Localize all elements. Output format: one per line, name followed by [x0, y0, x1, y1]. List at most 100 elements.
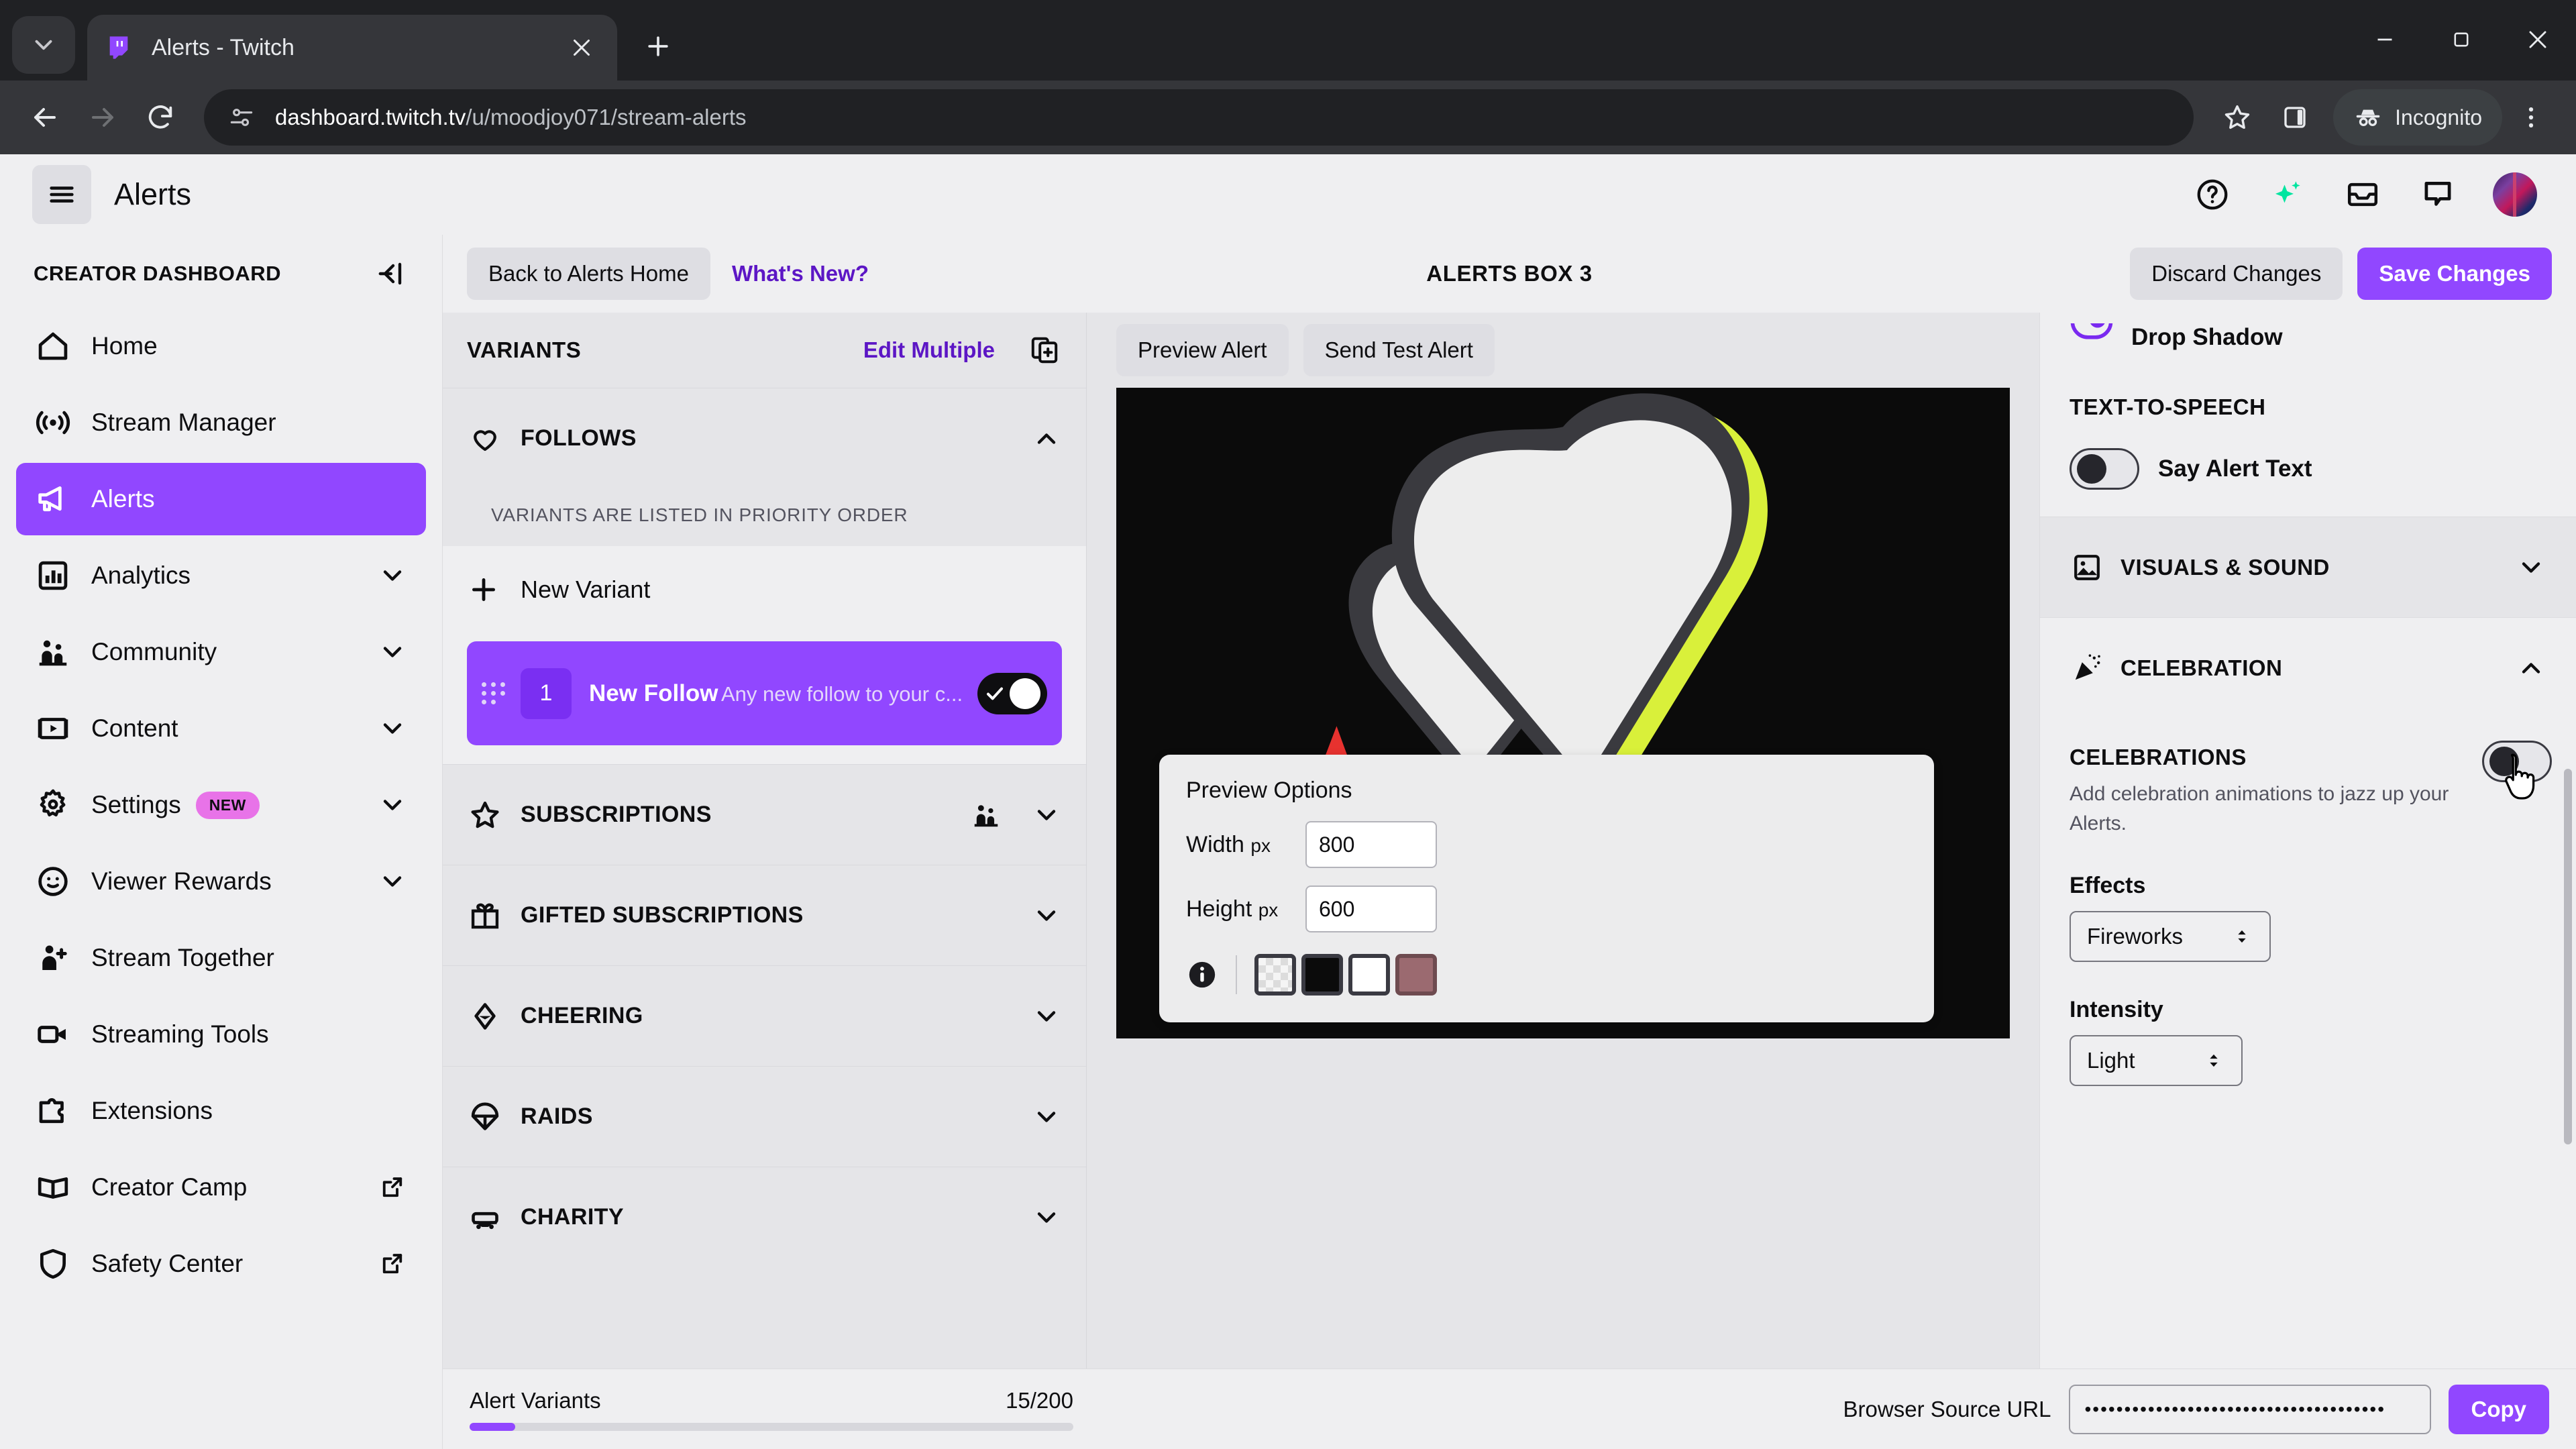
- site-settings-icon[interactable]: [227, 103, 256, 132]
- duplicate-icon[interactable]: [1027, 333, 1062, 368]
- chevron-down-icon[interactable]: [376, 559, 409, 592]
- sidebar-header: CREATOR DASHBOARD: [0, 241, 442, 306]
- right-panel-scrollbar[interactable]: [2564, 769, 2572, 1144]
- tab-search-button[interactable]: [12, 16, 75, 74]
- forward-button[interactable]: [74, 89, 131, 146]
- forward-arrow-icon: [92, 108, 113, 127]
- side-panel-button[interactable]: [2266, 89, 2324, 146]
- mauve-swatch[interactable]: [1395, 954, 1437, 996]
- sidebar-item-content[interactable]: Content: [16, 692, 426, 765]
- black-swatch[interactable]: [1301, 954, 1343, 996]
- intensity-value: Light: [2087, 1048, 2135, 1073]
- variant-group-label: RAIDS: [521, 1104, 593, 1129]
- section-visuals-and-sound[interactable]: VISUALS & SOUND: [2040, 517, 2576, 617]
- progress-track: [470, 1422, 1073, 1431]
- sidebar-item-analytics[interactable]: Analytics: [16, 539, 426, 612]
- preview-height-input[interactable]: [1305, 885, 1437, 932]
- browser-tab[interactable]: Alerts - Twitch: [87, 15, 617, 80]
- effects-value: Fireworks: [2087, 924, 2184, 949]
- chevron-down-icon[interactable]: [376, 636, 409, 668]
- drop-shadow-row[interactable]: Drop Shadow: [2040, 313, 2576, 362]
- effects-select[interactable]: Fireworks: [2070, 911, 2271, 962]
- transparent-swatch[interactable]: [1254, 954, 1296, 996]
- sidebar-item-safety-center[interactable]: Safety Center: [16, 1228, 426, 1300]
- save-changes-button[interactable]: Save Changes: [2357, 248, 2552, 300]
- chevron-up-icon[interactable]: [2516, 653, 2546, 684]
- browser-source-url-input[interactable]: ••••••••••••••••••••••••••••••••••••••: [2068, 1384, 2431, 1434]
- white-swatch[interactable]: [1348, 954, 1390, 996]
- sidebar-item-stream-manager[interactable]: Stream Manager: [16, 386, 426, 459]
- preview-width-input[interactable]: [1305, 821, 1437, 868]
- variant-group-cheering[interactable]: CHEERING: [443, 965, 1086, 1066]
- sidebar-item-creator-camp[interactable]: Creator Camp: [16, 1151, 426, 1224]
- variant-enabled-toggle[interactable]: [977, 672, 1047, 714]
- maximize-button[interactable]: [2423, 0, 2500, 79]
- sidebar-item-streaming-tools[interactable]: Streaming Tools: [16, 998, 426, 1071]
- avatar[interactable]: [2493, 172, 2537, 217]
- hamburger-menu-button[interactable]: [32, 165, 91, 224]
- say-alert-text-toggle[interactable]: [2070, 448, 2139, 490]
- chevron-down-icon[interactable]: [1031, 1202, 1062, 1233]
- variant-group-follows[interactable]: FOLLOWS: [443, 388, 1086, 488]
- browser-chrome: Alerts - Twitch dashboard.twitch.tv/u/mo…: [0, 0, 2576, 154]
- reload-button[interactable]: [131, 89, 189, 146]
- chevron-down-icon[interactable]: [1031, 1001, 1062, 1032]
- sparkle-icon[interactable]: [2267, 174, 2308, 215]
- chevron-down-icon[interactable]: [376, 712, 409, 745]
- chevron-down-icon[interactable]: [1031, 1102, 1062, 1132]
- new-tab-button[interactable]: [633, 21, 683, 71]
- info-icon[interactable]: [1186, 959, 1218, 991]
- drop-shadow-toggle[interactable]: [2070, 323, 2114, 352]
- browser-menu-button[interactable]: [2502, 89, 2560, 146]
- sidebar-item-settings[interactable]: Settings NEW: [16, 769, 426, 841]
- discard-changes-button[interactable]: Discard Changes: [2130, 248, 2343, 300]
- incognito-profile-pill[interactable]: Incognito: [2333, 89, 2502, 146]
- minimize-button[interactable]: [2347, 0, 2423, 79]
- sidebar-item-label: Settings: [91, 791, 181, 818]
- variant-group-gifted-subscriptions[interactable]: GIFTED SUBSCRIPTIONS: [443, 865, 1086, 965]
- sidebar-item-extensions[interactable]: Extensions: [16, 1075, 426, 1147]
- edit-multiple-link[interactable]: Edit Multiple: [863, 337, 995, 363]
- sidebar-item-home[interactable]: Home: [16, 310, 426, 382]
- variant-group-subscriptions[interactable]: SUBSCRIPTIONS: [443, 764, 1086, 865]
- progress-fill: [470, 1422, 515, 1431]
- people-icon[interactable]: [971, 800, 1002, 830]
- bookmark-button[interactable]: [2208, 89, 2266, 146]
- send-test-alert-button[interactable]: Send Test Alert: [1303, 324, 1495, 376]
- chevron-down-icon[interactable]: [1031, 800, 1062, 830]
- chevron-down-icon[interactable]: [1031, 900, 1062, 931]
- celebrations-description: Add celebration animations to jazz up yo…: [2070, 783, 2449, 835]
- preview-alert-button[interactable]: Preview Alert: [1116, 324, 1289, 376]
- sidebar-item-viewer-rewards[interactable]: Viewer Rewards: [16, 845, 426, 918]
- close-icon[interactable]: [562, 28, 601, 67]
- new-variant-button[interactable]: New Variant: [443, 546, 1086, 633]
- chevron-up-icon[interactable]: [1031, 423, 1062, 454]
- chevron-down-icon[interactable]: [376, 865, 409, 898]
- help-circle-icon[interactable]: [2192, 174, 2233, 215]
- variant-group-raids[interactable]: RAIDS: [443, 1066, 1086, 1167]
- alert-variants-meter: Alert Variants 15/200: [470, 1388, 1073, 1431]
- chevron-down-icon[interactable]: [2516, 552, 2546, 583]
- intensity-select[interactable]: Light: [2070, 1035, 2243, 1086]
- back-to-alerts-home-button[interactable]: Back to Alerts Home: [467, 248, 710, 300]
- variant-group-charity[interactable]: CHARITY: [443, 1167, 1086, 1267]
- inbox-icon[interactable]: [2343, 174, 2383, 215]
- chevron-down-icon[interactable]: [376, 789, 409, 821]
- sidebar-item-stream-together[interactable]: Stream Together: [16, 922, 426, 994]
- sidebar-item-community[interactable]: Community: [16, 616, 426, 688]
- speech-bubble-icon[interactable]: [2418, 174, 2458, 215]
- back-button[interactable]: [16, 89, 74, 146]
- variants-panel: VARIANTS Edit Multiple FOLLOWS VARIANTS …: [443, 313, 1087, 1368]
- drag-handle-icon[interactable]: [482, 682, 507, 704]
- window-close-button[interactable]: [2500, 0, 2576, 79]
- section-celebration[interactable]: CELEBRATION: [2040, 617, 2576, 718]
- dashboard-body: CREATOR DASHBOARD Home Stream Manager Aler…: [0, 235, 2576, 1449]
- alert-variants-label: Alert Variants: [470, 1387, 601, 1413]
- app-header: Alerts: [0, 154, 2576, 235]
- whats-new-link[interactable]: What's New?: [710, 261, 890, 286]
- collapse-sidebar-icon[interactable]: [372, 256, 409, 292]
- copy-button[interactable]: Copy: [2448, 1384, 2549, 1434]
- sidebar-item-alerts[interactable]: Alerts: [16, 463, 426, 535]
- address-bar[interactable]: dashboard.twitch.tv/u/moodjoy071/stream-…: [204, 89, 2194, 146]
- variant-card-new-follow[interactable]: 1 New Follow Any new follow to your c...: [467, 641, 1062, 745]
